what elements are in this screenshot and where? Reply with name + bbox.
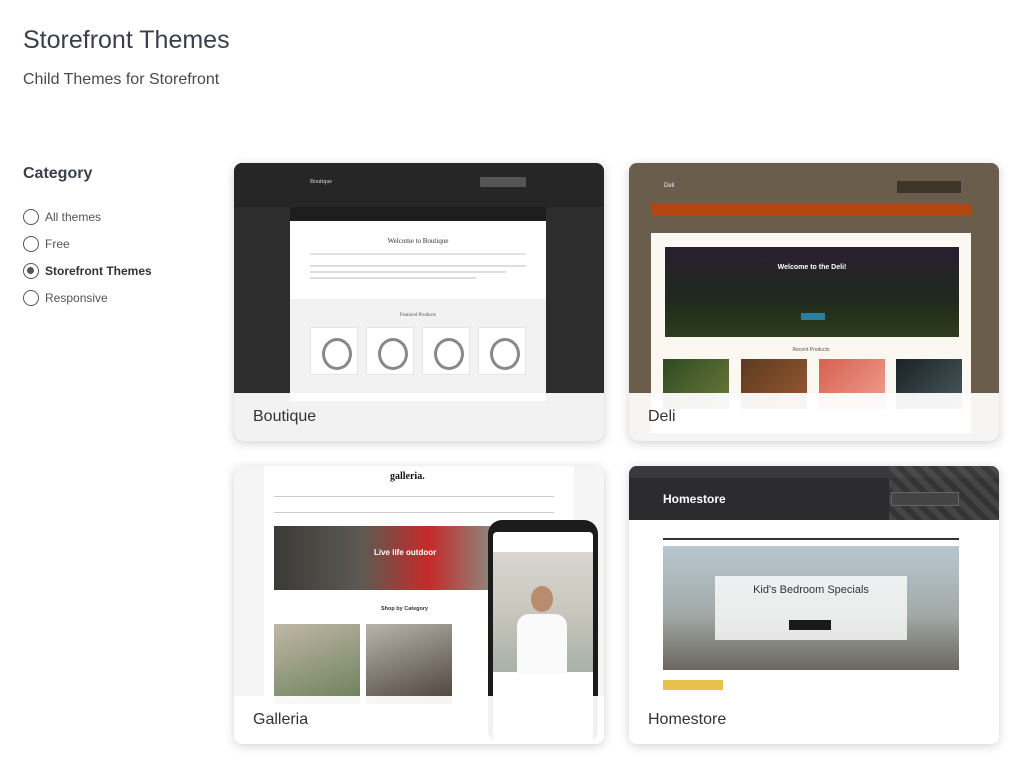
preview-hero-banner: Kid's Bedroom Specials <box>663 546 959 670</box>
preview-heading: Welcome to Boutique <box>387 237 449 245</box>
preview-heading: Welcome to the Deli! <box>777 264 847 271</box>
preview-hero-text: Live life outdoor <box>374 548 437 557</box>
preview-product-image <box>478 327 526 375</box>
theme-name[interactable]: Galleria <box>234 696 604 744</box>
category-filter: Category All themes Free Storefront Them… <box>23 165 213 311</box>
theme-name[interactable]: Homestore <box>629 696 999 744</box>
preview-category-image <box>274 624 360 704</box>
preview-section-heading: Shop by Category <box>381 606 429 612</box>
filter-label: Free <box>45 236 70 251</box>
preview-category-image <box>366 624 452 704</box>
radio-free[interactable] <box>23 235 39 252</box>
preview-cart-box <box>891 492 959 506</box>
preview-hero-banner: Live life outdoor <box>274 526 494 590</box>
theme-card-homestore[interactable]: Homestore Kid's Bedroom Specials Homesto… <box>629 466 999 744</box>
filter-option-free[interactable]: Free <box>23 230 213 257</box>
preview-section-heading: Recent Products <box>792 347 830 353</box>
preview-site-title: Homestore <box>663 492 726 506</box>
radio-storefront-themes[interactable] <box>23 262 39 279</box>
theme-name[interactable]: Boutique <box>234 393 604 441</box>
preview-nav-bar <box>290 207 546 221</box>
filter-label: Storefront Themes <box>45 263 152 278</box>
preview-search-box <box>897 181 961 193</box>
radio-all-themes[interactable] <box>23 208 39 225</box>
preview-search-box <box>480 177 526 187</box>
preview-product-image <box>422 327 470 375</box>
preview-nav-bar <box>651 203 971 216</box>
radio-responsive[interactable] <box>23 289 39 306</box>
filter-label: All themes <box>45 209 102 224</box>
filter-label: Responsive <box>45 290 108 305</box>
preview-product-image <box>366 327 414 375</box>
filter-option-storefront-themes[interactable]: Storefront Themes <box>23 257 213 284</box>
preview-category-tag <box>663 680 723 690</box>
filter-option-all-themes[interactable]: All themes <box>23 203 213 230</box>
preview-hero-banner: Welcome to the Deli! <box>665 247 959 337</box>
preview-site-title: Deli <box>664 183 675 189</box>
theme-card-boutique[interactable]: Boutique Welcome to Boutique Featured Pr… <box>234 163 604 441</box>
theme-name[interactable]: Deli <box>629 393 999 441</box>
preview-product-image <box>310 327 358 375</box>
preview-section-heading: Featured Products <box>399 313 437 318</box>
preview-hero-button <box>789 620 831 630</box>
page-subtitle: Child Themes for Storefront <box>23 71 220 88</box>
category-heading: Category <box>23 165 93 182</box>
preview-site-title: galleria. <box>390 471 425 482</box>
theme-card-deli[interactable]: Deli Welcome to the Deli! Recent Product… <box>629 163 999 441</box>
page-title: Storefront Themes <box>23 26 230 54</box>
preview-site-title: Boutique <box>310 179 332 185</box>
filter-option-responsive[interactable]: Responsive <box>23 284 213 311</box>
theme-card-galleria[interactable]: galleria. Live life outdoor Shop by Cate… <box>234 466 604 744</box>
preview-hero-button <box>801 313 825 320</box>
preview-heading: Kid's Bedroom Specials <box>753 584 869 596</box>
